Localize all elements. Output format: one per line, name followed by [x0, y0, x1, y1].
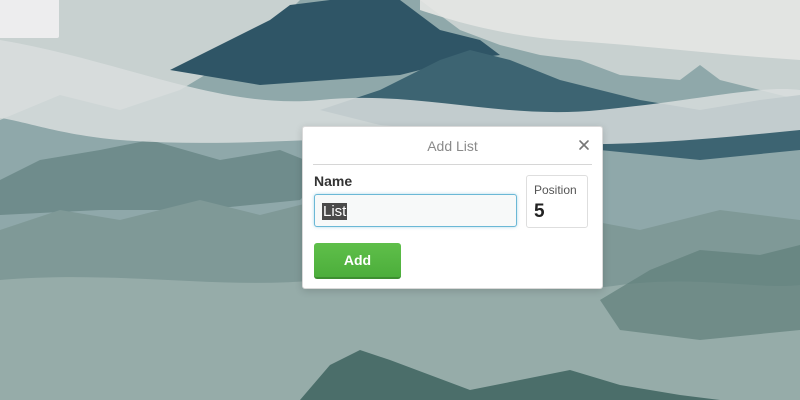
add-button[interactable]: Add: [314, 243, 401, 279]
add-list-dialog: Add List Name List Position 5 Add: [302, 126, 603, 289]
dialog-title: Add List: [427, 138, 478, 154]
close-button[interactable]: [576, 137, 592, 153]
close-icon: [579, 140, 589, 150]
name-label: Name: [314, 173, 353, 189]
corner-panel: [0, 0, 59, 38]
position-value: 5: [534, 201, 545, 222]
dialog-header: Add List: [313, 127, 592, 165]
position-label: Position: [534, 183, 577, 197]
name-input[interactable]: List: [314, 194, 517, 227]
name-input-value: List: [322, 203, 348, 220]
position-field[interactable]: Position 5: [526, 175, 588, 228]
